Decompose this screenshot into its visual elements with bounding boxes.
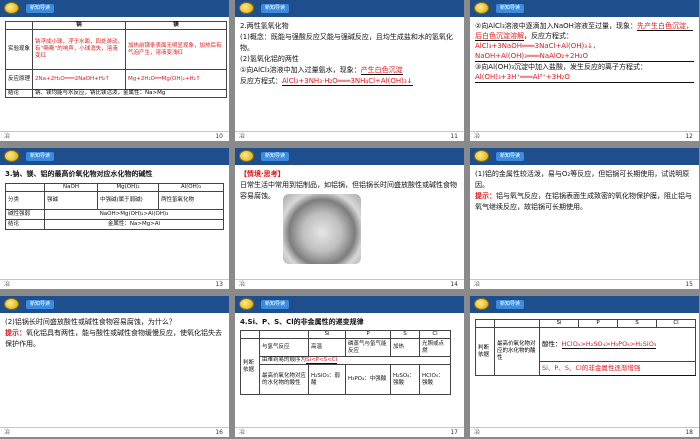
slide-footer: 冶 18 xyxy=(470,427,699,437)
slide-body: 3.钠、镁、铝的最高价氧化物对应水化物的碱性 NaOH Mg(OH)₂ Al(OH)… xyxy=(5,169,224,230)
slide-header: 新知导读 xyxy=(470,296,699,313)
school-logo-icon xyxy=(474,150,489,162)
nonmetal-table: Si P S Cl 判断依据 与氢气反应 高温 磷蒸气与氢气能反应 加热 光照或点燃 由难到易的… xyxy=(240,330,451,395)
slide-number: 11 xyxy=(450,133,458,140)
school-logo-icon xyxy=(474,2,489,14)
equation-text: Al(OH)₃+3H⁺═══Al³⁺+3H₂O xyxy=(475,72,694,83)
slide-number: 12 xyxy=(685,133,693,140)
header-tag: 新知导读 xyxy=(261,4,290,13)
question-text: (1)铝的金属性较活泼，易与O₂等反应，但铝锅可长期使用，试说明原因。 xyxy=(475,170,690,189)
header-tag: 新知导读 xyxy=(26,4,55,13)
hint-text: 铝与氧气反应，在铝锅表面生成致密的氧化物保护膜，阻止铝与氧气继续反应，故铝锅可长… xyxy=(475,192,692,211)
answer-text: Si<P<S<Cl xyxy=(306,357,338,364)
slide-footer: 冶 16 xyxy=(0,427,229,437)
slide-thumbnail-14[interactable]: 新知导读 【情境·思考】 日常生活中常用到铝制品，如铝锅，但铝锅长时间盛放酸性或… xyxy=(235,148,464,289)
slide-thumbnail-10[interactable]: 新知导读 钠镁 实验现象 钠浮成小球，浮于水面，四处游动，有“嘶嘶”的响声，小球消… xyxy=(0,0,229,141)
slide-header: 新知导读 xyxy=(470,148,699,165)
slide-number: 13 xyxy=(215,281,223,288)
answer-text: HClO₄>H₂SO₄>H₃PO₄>H₂SiO₃ xyxy=(561,340,657,349)
slide-title: 3.钠、镁、铝的最高价氧化物对应水化物的碱性 xyxy=(5,170,153,178)
slide-number: 14 xyxy=(450,281,458,288)
header-tag: 新知导读 xyxy=(496,4,525,13)
header-tag: 新知导读 xyxy=(261,300,290,309)
slide-number: 10 xyxy=(215,133,223,140)
slide-body: (2)铝锅长时间盛放酸性或碱性食物容易腐蚀，为什么？ 提示：氧化铝具有两性，能与… xyxy=(5,317,224,350)
school-logo-icon xyxy=(239,150,254,162)
slide-header: 新知导读 xyxy=(235,296,464,313)
slide-footer: 冶 13 xyxy=(0,279,229,289)
school-logo-icon xyxy=(4,150,19,162)
slide-body: ②向AlCl₃溶液中逐滴加入NaOH溶液至过量，现象：先产生白色沉淀，后白色沉淀… xyxy=(475,22,694,83)
school-logo-icon xyxy=(4,2,19,14)
slide-thumbnail-15[interactable]: 新知导读 (1)铝的金属性较活泼，易与O₂等反应，但铝锅可长期使用，试说明原因。… xyxy=(470,148,699,289)
slide-footer: 冶 12 xyxy=(470,131,699,141)
slide-footer: 冶 10 xyxy=(0,131,229,141)
answer-text: 产生白色沉淀 xyxy=(360,66,403,75)
slide-title: 4.Si、P、S、Cl的非金属性的递变规律 xyxy=(240,318,364,326)
slide-header: 新知导读 xyxy=(0,0,229,17)
slide-footer: 冶 17 xyxy=(235,427,464,437)
slide-thumbnail-17[interactable]: 新知导读 4.Si、P、S、Cl的非金属性的递变规律 Si P S Cl 判断依据 与氢… xyxy=(235,296,464,437)
slide-number: 15 xyxy=(685,281,693,288)
header-tag: 新知导读 xyxy=(496,300,525,309)
conclusion-text: Si、P、S、Cl的非金属性逐渐增强 xyxy=(539,361,696,376)
slide-header: 新知导读 xyxy=(0,296,229,313)
slide-footer: 冶 11 xyxy=(235,131,464,141)
hint-label: 提示： xyxy=(475,192,496,200)
slide-thumbnail-13[interactable]: 新知导读 3.钠、镁、铝的最高价氧化物对应水化物的碱性 NaOH Mg(OH)₂ A… xyxy=(0,148,229,289)
header-tag: 新知导读 xyxy=(26,152,55,161)
question-text: (2)铝锅长时间盛放酸性或碱性食物容易腐蚀，为什么？ xyxy=(5,318,176,326)
slide-thumbnail-12[interactable]: 新知导读 ②向AlCl₃溶液中逐滴加入NaOH溶液至过量，现象：先产生白色沉淀，… xyxy=(470,0,699,141)
slide-number: 18 xyxy=(685,429,693,436)
header-tag: 新知导读 xyxy=(26,300,55,309)
hint-text: 氧化铝具有两性，能与酸性或碱性食物缓慢反应，使氧化铝失去保护作用。 xyxy=(5,329,222,348)
slide-footer: 冶 14 xyxy=(235,279,464,289)
slide-body: 2.两性氢氧化物 (1)概念：既能与强酸反应又能与强碱反应，且均生成盐和水的氢氧… xyxy=(240,21,459,87)
slide-header: 新知导读 xyxy=(235,0,464,17)
equation-text: AlCl₃+3NH₃·H₂O═══3NH₄Cl+Al(OH)₃↓ xyxy=(282,77,413,86)
equation-text: AlCl₃+3NaOH═══3NaCl+Al(OH)₃↓、NaOH+Al(OH)… xyxy=(475,41,694,62)
slide-thumbnail-16[interactable]: 新知导读 (2)铝锅长时间盛放酸性或碱性食物容易腐蚀，为什么？ 提示：氧化铝具有… xyxy=(0,296,229,437)
slide-number: 17 xyxy=(450,429,458,436)
slide-header: 新知导读 xyxy=(470,0,699,17)
aluminum-pot-image xyxy=(283,194,361,264)
school-logo-icon xyxy=(4,298,19,310)
slide-footer: 冶 15 xyxy=(470,279,699,289)
header-tag: 新知导读 xyxy=(261,152,290,161)
slide-body: 4.Si、P、S、Cl的非金属性的递变规律 Si P S Cl 判断依据 与氢气反应 高温… xyxy=(240,317,459,395)
school-logo-icon xyxy=(239,298,254,310)
hint-label: 提示： xyxy=(5,329,26,337)
header-tag: 新知导读 xyxy=(496,152,525,161)
slide-number: 16 xyxy=(215,429,223,436)
base-strength-table: NaOH Mg(OH)₂ Al(OH)₃ 分类 强碱 中强碱(属于弱碱) 两性氢氧化物 碱… xyxy=(5,183,224,230)
school-logo-icon xyxy=(474,298,489,310)
comparison-table: 钠镁 实验现象 钠浮成小球，浮于水面，四处游动，有“嘶嘶”的响声，小球消失，溶液变… xyxy=(5,21,227,98)
slide-thumbnail-11[interactable]: 新知导读 2.两性氢氧化物 (1)概念：既能与强酸反应又能与强碱反应，且均生成盐… xyxy=(235,0,464,141)
nonmetal-table: Si P S Cl 判断依据 最高价氧化物对应的水化物的酸性 酸性：HClO₄>H₂SO₄… xyxy=(475,319,696,376)
school-logo-icon xyxy=(239,2,254,14)
slide-header: 新知导读 xyxy=(235,148,464,165)
scenario-heading: 【情境·思考】 xyxy=(240,170,285,178)
slide-body: (1)铝的金属性较活泼，易与O₂等反应，但铝锅可长期使用，试说明原因。 提示：铝… xyxy=(475,169,694,213)
slide-thumbnail-18[interactable]: 新知导读 Si P S Cl 判断依据 最高价氧化物对应的水化物的酸性 酸性：HClO₄>… xyxy=(470,296,699,437)
slide-header: 新知导读 xyxy=(0,148,229,165)
slide-title: 2.两性氢氧化物 xyxy=(240,22,289,30)
